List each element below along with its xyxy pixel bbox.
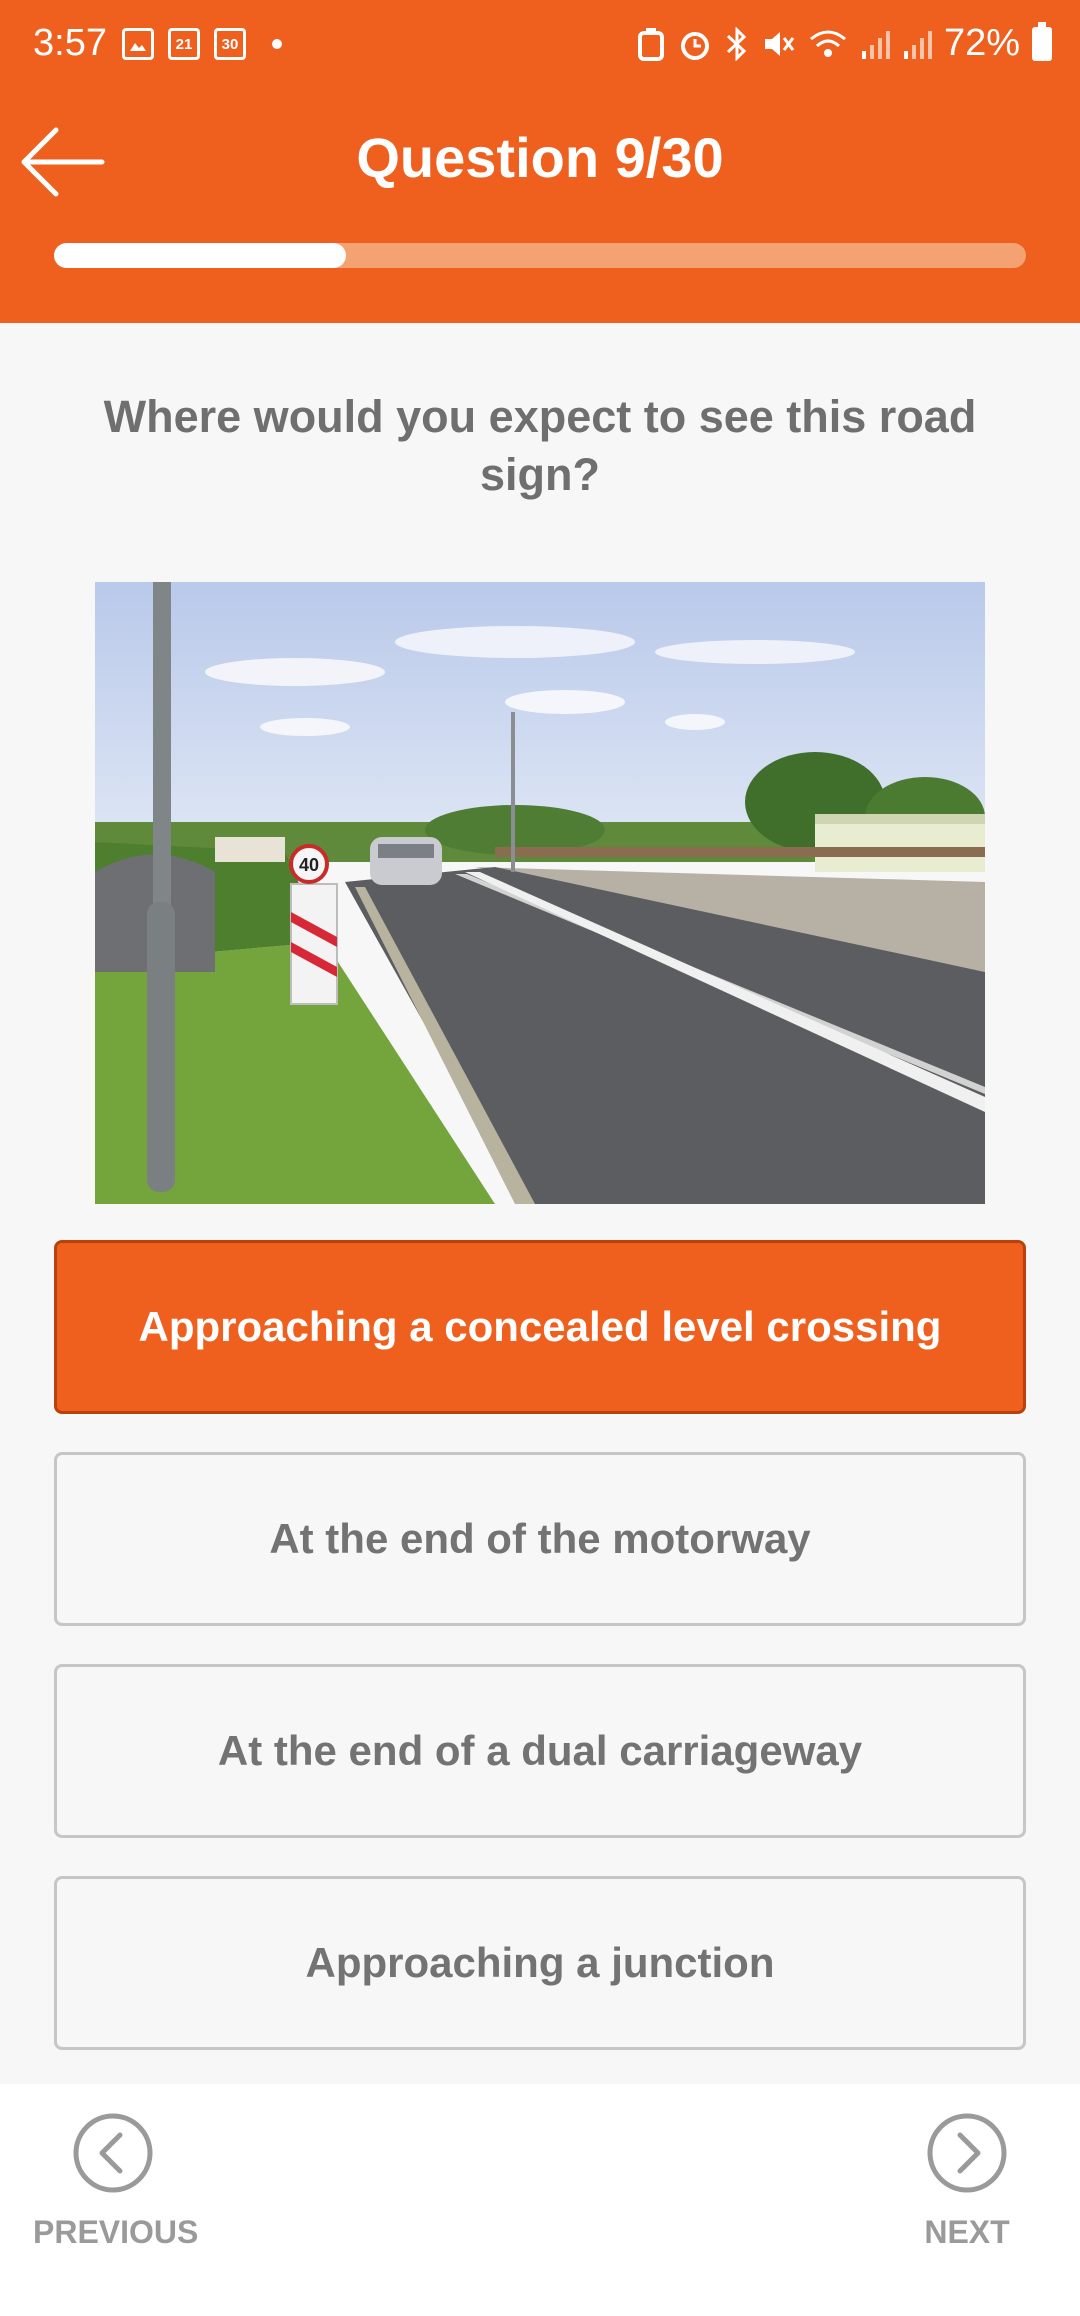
chevron-left-icon	[73, 2113, 153, 2193]
header: 3:57 21 30 72% Question 9/30	[0, 0, 1080, 323]
previous-button[interactable]: PREVIOUS	[33, 2113, 199, 2251]
question-image: 40	[95, 582, 985, 1204]
recycle-icon	[637, 27, 664, 61]
page-title: Question 9/30	[356, 126, 724, 189]
calendar-day-label: 30	[221, 35, 239, 53]
wifi-icon	[809, 30, 846, 57]
battery-percent: 72%	[943, 22, 1020, 64]
signal-icon	[903, 30, 932, 59]
answer-option-4[interactable]: Approaching a junction	[54, 1876, 1026, 2050]
calendar-icon: 30	[214, 28, 246, 60]
chevron-right-icon	[927, 2113, 1007, 2193]
answer-option-1[interactable]: Approaching a concealed level crossing	[54, 1240, 1026, 1414]
notification-dot-icon	[272, 39, 282, 49]
status-time: 3:57	[33, 22, 107, 64]
answer-option-3[interactable]: At the end of a dual carriageway	[54, 1664, 1026, 1838]
calendar-day-label: 21	[175, 35, 193, 53]
bluetooth-icon	[726, 26, 747, 61]
calendar-icon: 21	[168, 28, 200, 60]
status-left-icons: 21 30	[122, 28, 282, 60]
mute-icon	[764, 31, 795, 56]
status-right-icons: 72%	[636, 21, 1052, 65]
previous-label: PREVIOUS	[33, 2214, 199, 2250]
speed-sign-text: 40	[299, 855, 319, 875]
next-label: NEXT	[924, 2214, 1010, 2250]
answer-option-2[interactable]: At the end of the motorway	[54, 1452, 1026, 1626]
progress-bar	[54, 243, 1026, 268]
progress-fill	[54, 243, 346, 268]
next-button[interactable]: NEXT	[887, 2113, 1047, 2251]
question-text: Where would you expect to see this road …	[103, 391, 977, 500]
gallery-icon	[122, 28, 154, 60]
battery-icon	[1032, 21, 1052, 61]
status-bar: 3:57 21 30 72%	[0, 0, 1080, 95]
signal-icon	[861, 30, 890, 59]
alarm-icon	[680, 31, 709, 60]
